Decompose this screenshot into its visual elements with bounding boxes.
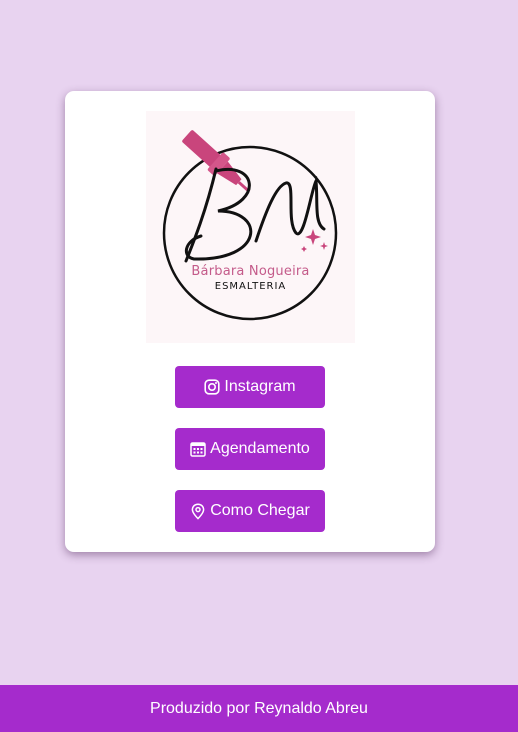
como-chegar-label: Como Chegar <box>210 502 310 519</box>
agendamento-label: Agendamento <box>210 440 310 457</box>
calendar-icon <box>190 441 206 457</box>
instagram-label: Instagram <box>224 378 296 395</box>
link-card: Bárbara Nogueira ESMALTERIA Instagram Ag… <box>65 91 435 552</box>
brand-subtitle: ESMALTERIA <box>214 281 287 292</box>
brand-logo: Bárbara Nogueira ESMALTERIA <box>146 111 355 343</box>
logo-artwork <box>162 130 338 321</box>
footer-credit: Produzido por Reynaldo Abreu <box>150 699 368 717</box>
instagram-button[interactable]: Instagram <box>175 366 325 408</box>
brand-name: Bárbara Nogueira <box>191 264 310 279</box>
como-chegar-button[interactable]: Como Chegar <box>175 490 325 532</box>
footer: Produzido por Reynaldo Abreu <box>0 685 518 732</box>
map-pin-icon <box>190 502 206 520</box>
instagram-icon <box>204 379 221 395</box>
agendamento-button[interactable]: Agendamento <box>175 428 325 470</box>
